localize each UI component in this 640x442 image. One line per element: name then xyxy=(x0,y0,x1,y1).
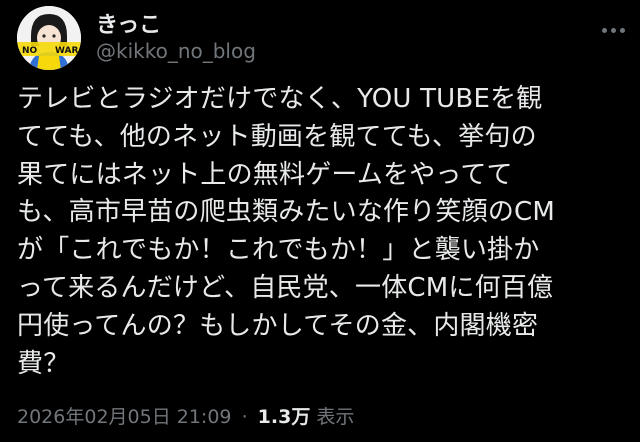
more-dot xyxy=(619,27,625,33)
tweet-text-line: 果てにはネット上の無料ゲームをやってて xyxy=(17,159,513,190)
tweet-text-line: って来るんだけど、自民党、一体CMに何百億 xyxy=(17,272,554,303)
more-options-icon[interactable] xyxy=(593,18,633,42)
tweet-text-line: テレビとラジオだけでなく、YOU TUBEを観 xyxy=(17,84,543,114)
tweet-text-line: 円使ってんの？もしかしてその金、内閣機密 xyxy=(17,310,539,341)
timestamp[interactable]: 2026年02月05日 21:09 xyxy=(17,406,232,428)
avatar-illustration: NO WAR xyxy=(17,6,81,70)
avatar[interactable]: NO WAR xyxy=(17,6,81,70)
tweet-text-line: てても、他のネット動画を観てても、挙句の xyxy=(17,121,537,152)
views-count: 1.3万 xyxy=(257,406,311,428)
tweet: NO WAR きっこ @kikko_no_blog テレビとラジオだけでなく、Y… xyxy=(0,0,640,442)
more-dot xyxy=(601,27,607,33)
tweet-text-line: が「これでもか！これでもか！」と襲い掛か xyxy=(17,235,540,266)
tweet-text-line: も、高市早苗の爬虫類みたいな作り笑顔のCM xyxy=(17,197,556,228)
avatar-text-right: WAR xyxy=(55,46,78,56)
user-handle[interactable]: @kikko_no_blog xyxy=(96,39,256,63)
tweet-text: テレビとラジオだけでなく、YOU TUBEを観 てても、他のネット動画を観てても… xyxy=(17,81,625,383)
tweet-text-line: 費？ xyxy=(17,348,70,379)
more-dot xyxy=(610,27,616,33)
avatar-text-left: NO xyxy=(22,46,38,56)
tweet-meta: 2026年02月05日 21:09 · 1.3万 表示 xyxy=(17,402,354,429)
display-name[interactable]: きっこ xyxy=(96,7,161,39)
views-label: 表示 xyxy=(316,406,355,428)
meta-separator: · xyxy=(241,406,248,428)
